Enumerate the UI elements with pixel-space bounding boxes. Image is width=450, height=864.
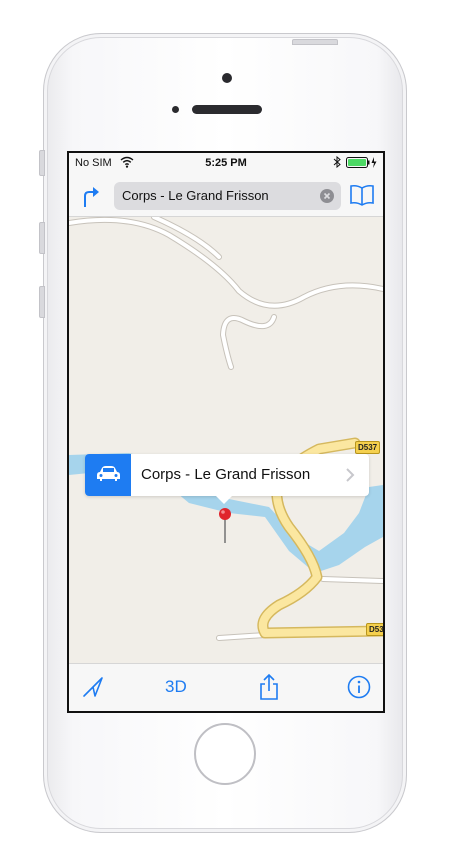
silent-switch <box>39 150 45 176</box>
bluetooth-icon <box>333 156 341 168</box>
map-canvas <box>69 217 383 663</box>
battery-icon <box>346 157 377 168</box>
search-input-value: Corps - Le Grand Frisson <box>122 188 269 203</box>
car-icon <box>97 466 120 481</box>
bottom-toolbar: 3D <box>69 663 383 711</box>
power-button <box>292 39 338 45</box>
search-input[interactable]: Corps - Le Grand Frisson <box>114 182 341 210</box>
front-camera <box>222 73 232 83</box>
volume-down-button <box>39 286 45 318</box>
callout-pointer <box>215 495 233 504</box>
map-view[interactable]: D537 D53 Corps - Le Grand Frisson <box>69 217 383 663</box>
share-icon[interactable] <box>258 673 280 701</box>
road-label-d537: D537 <box>355 441 381 454</box>
car-directions-button[interactable] <box>85 454 131 496</box>
navigation-bar: Corps - Le Grand Frisson <box>69 173 383 217</box>
3d-toggle-button[interactable]: 3D <box>165 677 187 697</box>
location-arrow-icon[interactable] <box>82 676 104 698</box>
road-label-d53: D53 <box>366 623 383 636</box>
bookmarks-icon[interactable] <box>349 184 375 206</box>
home-button[interactable] <box>194 723 256 785</box>
place-callout[interactable]: Corps - Le Grand Frisson <box>85 454 369 496</box>
chevron-right-icon[interactable] <box>345 467 355 483</box>
clear-icon[interactable] <box>320 189 334 203</box>
earpiece-speaker <box>192 105 262 114</box>
status-bar: No SIM 5:25 PM <box>69 153 383 173</box>
proximity-sensor <box>172 106 179 113</box>
phone-screen: No SIM 5:25 PM Corps - Le Grand Frisson … <box>67 151 385 713</box>
map-pin-icon[interactable] <box>218 507 232 545</box>
maps-app: No SIM 5:25 PM Corps - Le Grand Frisson … <box>69 153 383 711</box>
volume-up-button <box>39 222 45 254</box>
info-icon[interactable] <box>347 675 371 699</box>
directions-icon[interactable] <box>80 184 102 208</box>
callout-title: Corps - Le Grand Frisson <box>141 466 311 483</box>
